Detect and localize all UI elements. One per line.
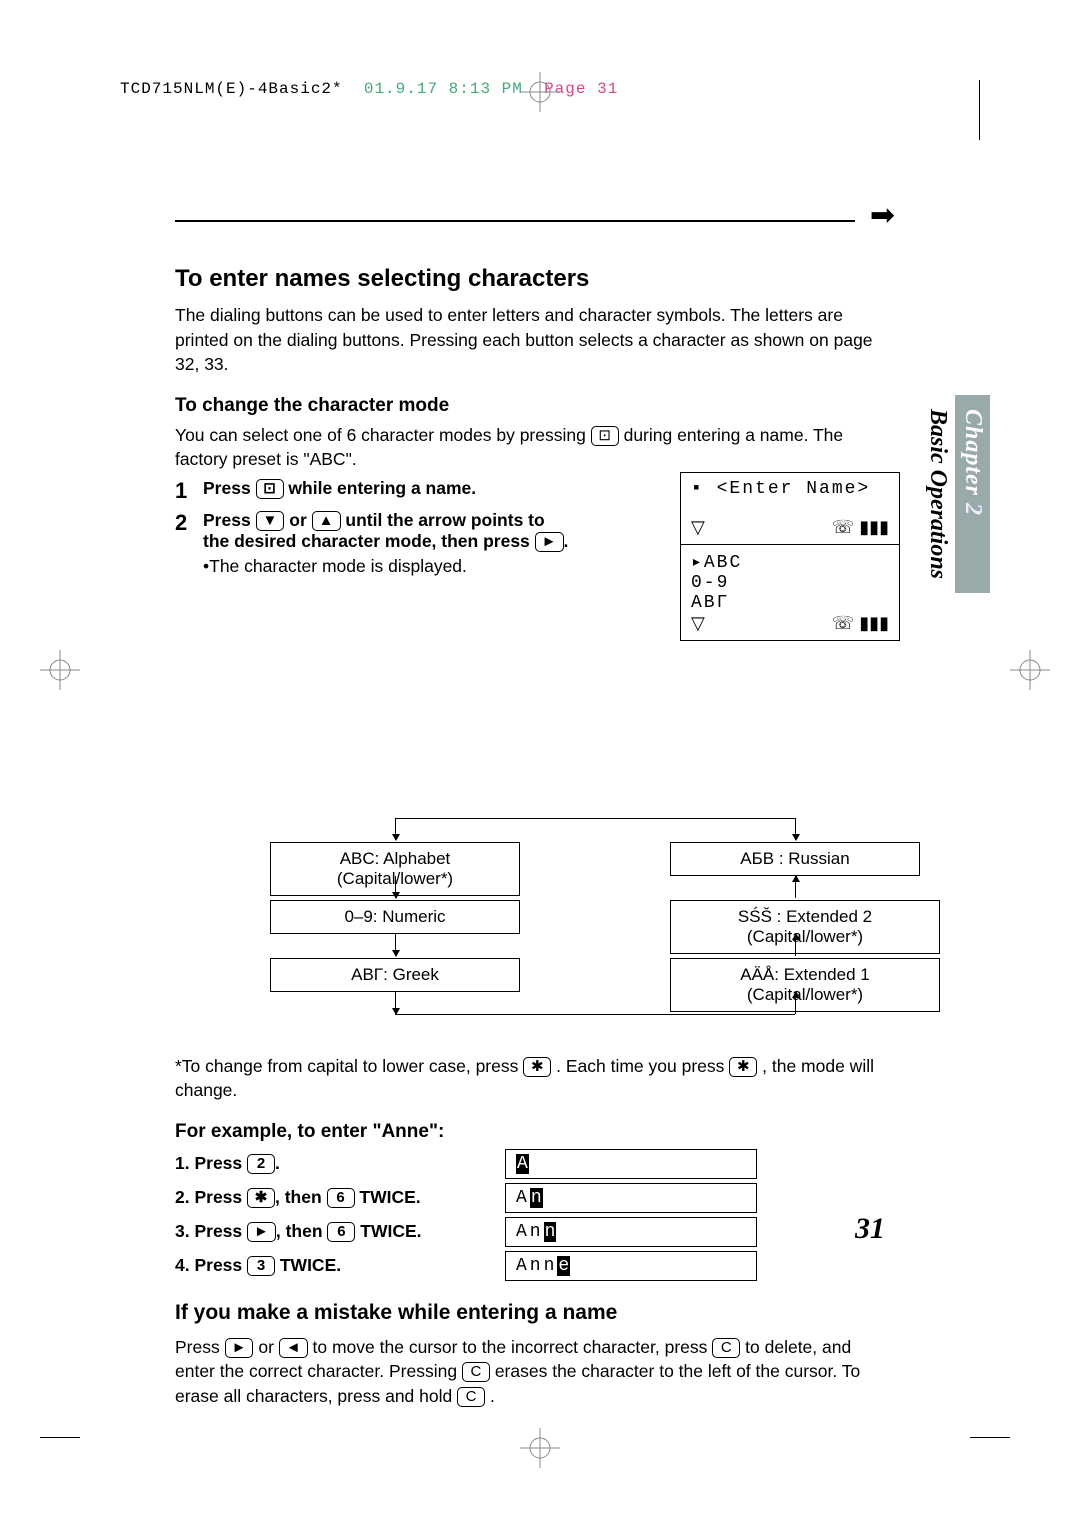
page-number: 31 — [855, 1212, 885, 1246]
up-key-icon: ▲ — [312, 511, 341, 531]
handset-icon: ☏ — [832, 613, 855, 633]
example-heading: For example, to enter "Anne": — [175, 1121, 895, 1143]
mode-greek: ΑΒΓ: Greek — [270, 958, 520, 992]
lcd-result-1: A — [505, 1149, 757, 1179]
antenna-icon: ▽ — [691, 517, 705, 538]
lcd-enter-name: ▪ <Enter Name> ▽☏ ▮▮▮ — [680, 472, 900, 545]
mode-numeric: 0–9: Numeric — [270, 900, 520, 934]
section-title: To enter names selecting characters — [175, 265, 895, 293]
mistake-body: Press ► or ◄ to move the cursor to the i… — [175, 1335, 895, 1409]
top-rule — [175, 220, 855, 222]
lcd-result-3: Ann — [505, 1217, 757, 1247]
example-row-4: 4. Press 3 TWICE. Anne — [175, 1251, 895, 1281]
page-content: To enter names selecting characters The … — [175, 245, 895, 1414]
key-2: 2 — [247, 1154, 275, 1174]
crop-tick — [40, 1437, 80, 1438]
chapter-tab: Chapter 2 Basic Operations — [920, 395, 990, 593]
right-key-icon: ► — [225, 1338, 254, 1358]
c-key-icon: C — [457, 1387, 485, 1407]
book-key-icon: ⊡ — [256, 479, 284, 499]
crop-tick — [970, 1437, 1010, 1438]
mistake-heading: If you make a mistake while entering a n… — [175, 1301, 895, 1325]
down-key-icon: ▼ — [256, 511, 285, 531]
star-key-icon: ✱ — [247, 1188, 275, 1208]
step-2: 2 Press ▼ or ▲ until the arrow points to… — [175, 510, 575, 578]
change-mode-body: You can select one of 6 character modes … — [175, 423, 895, 472]
star-key-icon: ✱ — [729, 1057, 757, 1077]
step-2-sub: •The character mode is displayed. — [203, 556, 575, 577]
page-continue-icon: ➡ — [870, 198, 895, 233]
c-key-icon: C — [462, 1362, 490, 1382]
registration-mark-top — [520, 72, 560, 112]
book-key-icon: ⊡ — [591, 426, 619, 446]
lcd-screens: ▪ <Enter Name> ▽☏ ▮▮▮ ▸ABC 0-9 ΑΒΓ ▽☏ ▮▮… — [680, 472, 900, 641]
registration-mark-left — [40, 650, 80, 690]
battery-icon: ▮▮▮ — [859, 517, 889, 537]
key-3: 3 — [247, 1256, 275, 1276]
left-key-icon: ◄ — [279, 1338, 308, 1358]
example-row-3: 3. Press ►, then 6 TWICE. Ann — [175, 1217, 895, 1247]
header-date: 01.9.17 8:13 PM — [364, 80, 523, 98]
lcd-result-2: An — [505, 1183, 757, 1213]
change-mode-heading: To change the character mode — [175, 395, 895, 417]
key-6: 6 — [327, 1188, 355, 1208]
mode-ext1: AÄÅ: Extended 1 (Capital/lower*) — [670, 958, 940, 1012]
intro-text: The dialing buttons can be used to enter… — [175, 303, 895, 377]
example-row-2: 2. Press ✱, then 6 TWICE. An — [175, 1183, 895, 1213]
example-row-1: 1. Press 2. A — [175, 1149, 895, 1179]
right-key-icon: ► — [535, 532, 564, 552]
step-1: 1 Press ⊡ while entering a name. — [175, 478, 575, 504]
mode-ext2: SŚŠ : Extended 2 (Capital/lower*) — [670, 900, 940, 954]
example-table: 1. Press 2. A 2. Press ✱, then 6 TWICE. … — [175, 1149, 895, 1281]
mode-russian: АБВ : Russian — [670, 842, 920, 876]
header-file: TCD715NLM(E)-4Basic2* — [120, 80, 343, 98]
registration-mark-right — [1010, 650, 1050, 690]
lcd-mode-list: ▸ABC 0-9 ΑΒΓ ▽☏ ▮▮▮ — [680, 545, 900, 641]
antenna-icon: ▽ — [691, 613, 705, 634]
chapter-word: Chapter — [960, 409, 986, 496]
chapter-number: 2 — [960, 503, 986, 516]
crop-tick — [979, 80, 980, 140]
section-name: Basic Operations — [920, 395, 955, 593]
c-key-icon: C — [712, 1338, 740, 1358]
footnote: *To change from capital to lower case, p… — [175, 1054, 895, 1103]
battery-icon: ▮▮▮ — [859, 613, 889, 633]
right-key-icon: ► — [247, 1222, 276, 1242]
lcd-result-4: Anne — [505, 1251, 757, 1281]
registration-mark-bottom — [520, 1428, 560, 1468]
key-6: 6 — [327, 1222, 355, 1242]
handset-icon: ☏ — [832, 517, 855, 537]
character-mode-diagram: ABC: Alphabet (Capital/lower*) АБВ : Rus… — [175, 818, 895, 1048]
star-key-icon: ✱ — [523, 1057, 551, 1077]
